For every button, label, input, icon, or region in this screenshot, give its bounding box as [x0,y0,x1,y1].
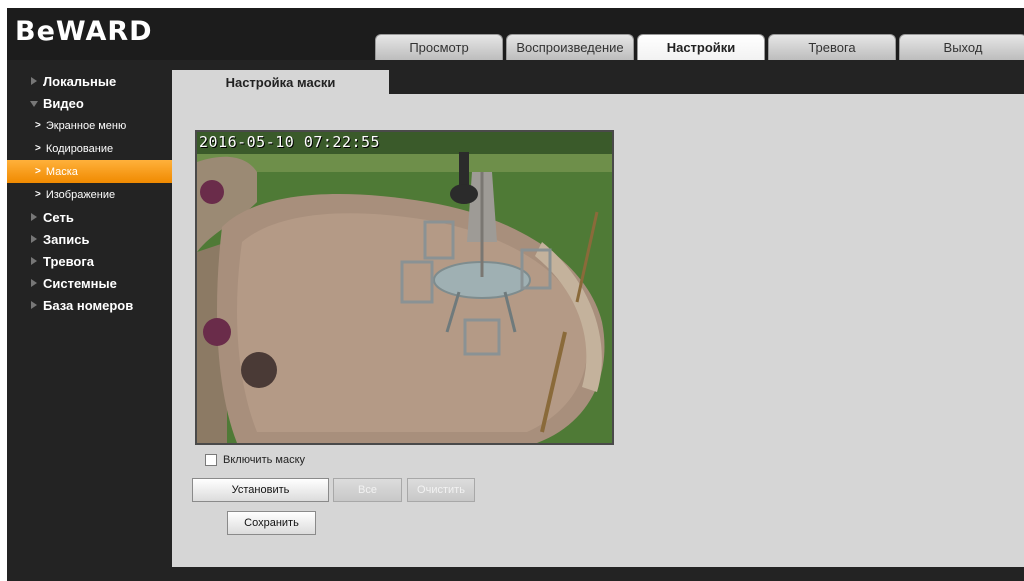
all-button[interactable]: Все [333,478,402,502]
set-button[interactable]: Установить [192,478,329,502]
chevron-right-icon: > [35,120,41,131]
tab-exit[interactable]: Выход [899,34,1024,60]
content-tabbar: Настройка маски [172,70,1024,94]
triangle-right-icon [31,279,37,287]
sidebar-subitem-encoding[interactable]: > Кодирование [7,137,172,160]
triangle-right-icon [31,301,37,309]
triangle-right-icon [31,77,37,85]
tab-mask-settings[interactable]: Настройка маски [172,70,389,94]
tab-settings[interactable]: Настройки [637,34,765,60]
camera-scene-image [197,132,612,443]
triangle-right-icon [31,235,37,243]
chevron-right-icon: > [35,166,41,177]
sidebar-item-plates[interactable]: База номеров [7,294,172,316]
tab-view[interactable]: Просмотр [375,34,503,60]
main-content: Настройка маски 2016-05-10 07:22:55 Вклю… [172,70,1024,567]
beward-logo: BeWARD [15,16,153,47]
tab-playback[interactable]: Воспроизведение [506,34,634,60]
video-timestamp: 2016-05-10 07:22:55 [199,133,381,151]
sidebar-subitem-mask[interactable]: > Маска [7,160,172,183]
enable-mask-row: Включить маску [205,454,305,466]
triangle-down-icon [30,101,38,107]
triangle-right-icon [31,257,37,265]
sidebar-subitem-osd[interactable]: > Экранное меню [7,114,172,137]
bottom-strip [7,567,1024,581]
sidebar-item-record[interactable]: Запись [7,228,172,250]
enable-mask-label: Включить маску [223,454,306,466]
enable-mask-checkbox[interactable] [205,454,217,466]
sidebar-subitem-image[interactable]: > Изображение [7,183,172,206]
sidebar-item-video[interactable]: Видео [7,92,172,114]
sidebar: Локальные Видео > Экранное меню > Кодиро… [7,70,172,316]
clear-button[interactable]: Очистить [407,478,475,502]
app-window: BeWARD Просмотр Воспроизведение Настройк… [7,8,1024,581]
tab-alarm[interactable]: Тревога [768,34,896,60]
save-button[interactable]: Сохранить [227,511,316,535]
video-preview[interactable]: 2016-05-10 07:22:55 [195,130,614,445]
sidebar-item-local[interactable]: Локальные [7,70,172,92]
chevron-right-icon: > [35,189,41,200]
chevron-right-icon: > [35,143,41,154]
sidebar-item-system[interactable]: Системные [7,272,172,294]
main-nav-tabs: Просмотр Воспроизведение Настройки Трево… [375,34,1024,60]
sidebar-item-network[interactable]: Сеть [7,206,172,228]
triangle-right-icon [31,213,37,221]
header: BeWARD Просмотр Воспроизведение Настройк… [7,8,1024,60]
sidebar-item-alarm[interactable]: Тревога [7,250,172,272]
